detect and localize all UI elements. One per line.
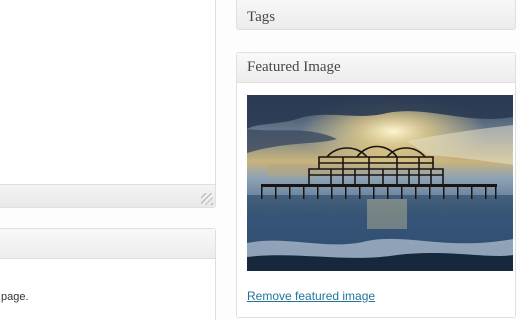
- lower-metabox-text: page.: [1, 291, 29, 303]
- remove-featured-image-link[interactable]: Remove featured image: [247, 289, 375, 303]
- featured-image-title[interactable]: Featured Image: [237, 53, 515, 83]
- tags-metabox-title[interactable]: Tags: [237, 0, 515, 29]
- lower-metabox-header[interactable]: [0, 229, 215, 259]
- featured-image-metabox: Featured Image Remove featured image: [236, 52, 516, 318]
- pier-sunset-photo: [247, 95, 513, 271]
- featured-image-thumbnail[interactable]: [247, 95, 513, 271]
- resize-handle-icon[interactable]: [201, 193, 213, 205]
- tags-metabox: Tags: [236, 0, 516, 30]
- lower-metabox: page.: [0, 228, 216, 320]
- editor-status-bar: [0, 184, 215, 207]
- post-editor-box[interactable]: [0, 0, 216, 208]
